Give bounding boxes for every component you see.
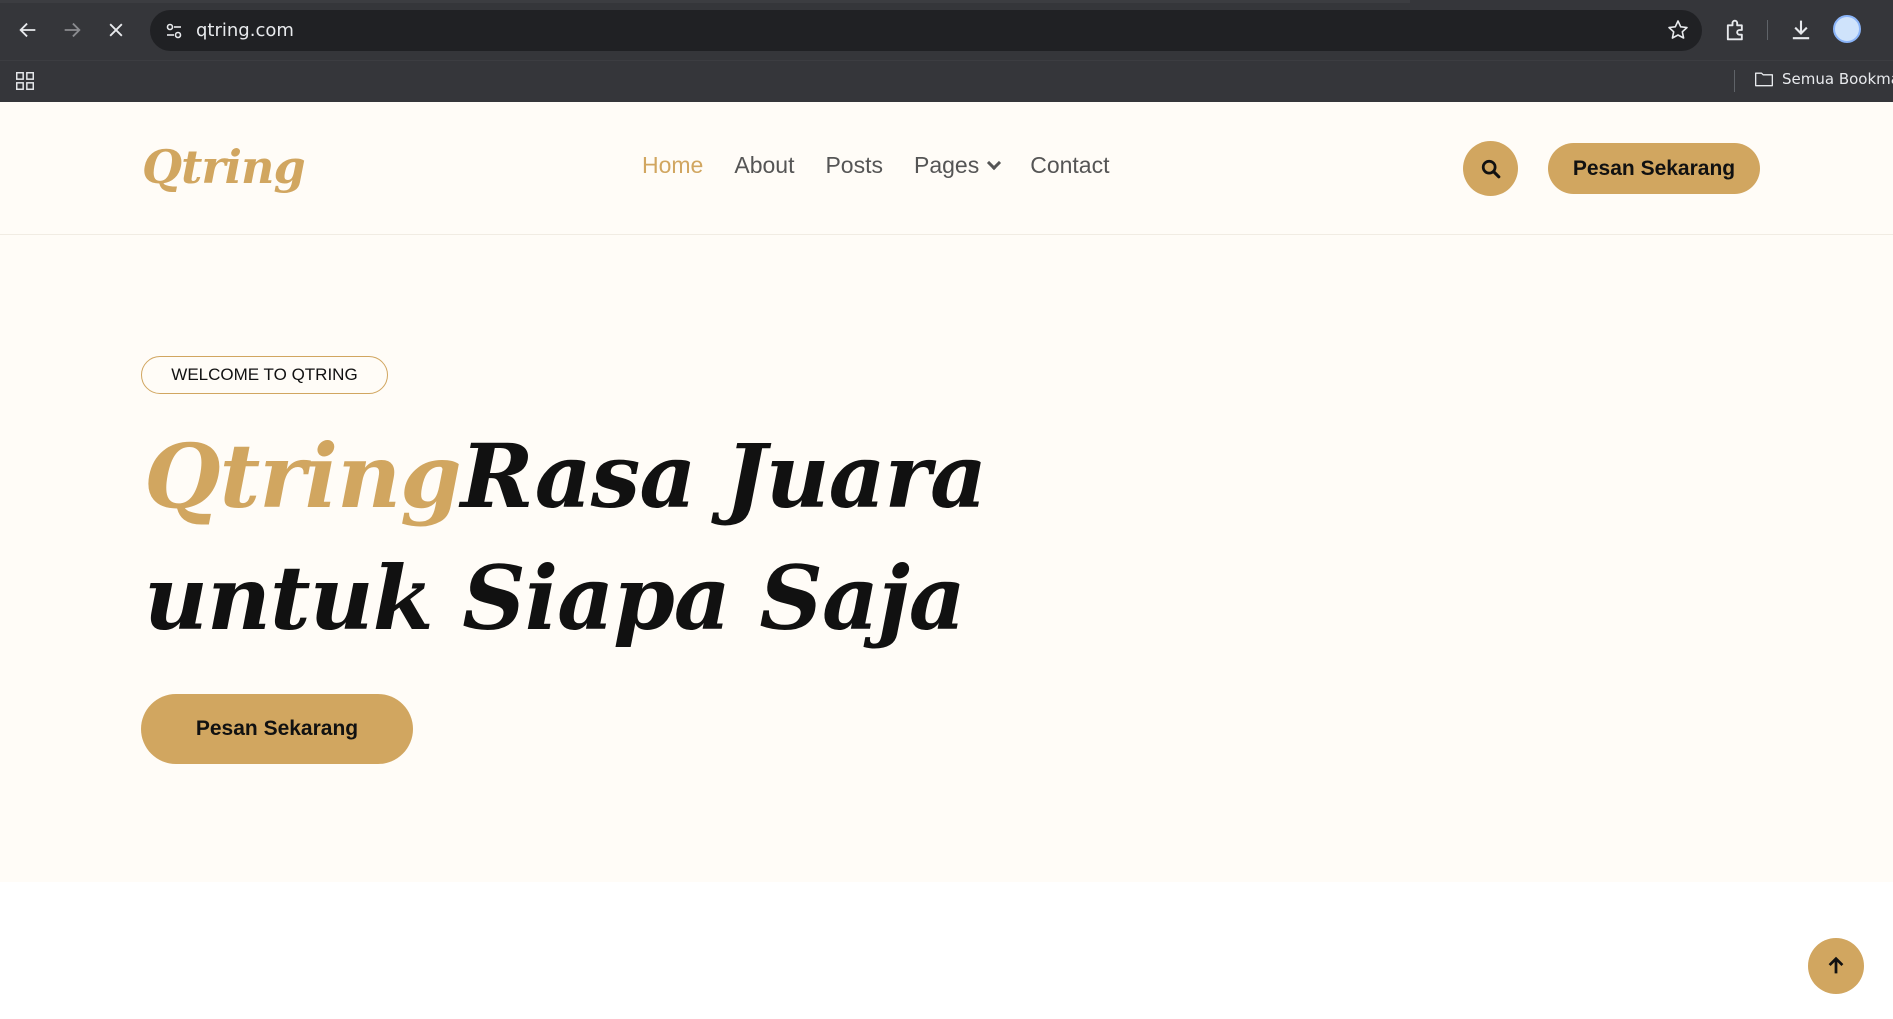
nav-about[interactable]: About bbox=[734, 152, 794, 179]
nav-home[interactable]: Home bbox=[642, 152, 703, 179]
download-icon[interactable] bbox=[1787, 16, 1815, 44]
profile-avatar-icon[interactable] bbox=[1833, 15, 1861, 43]
nav-contact[interactable]: Contact bbox=[1030, 152, 1109, 179]
hero-title-brand: Qtring bbox=[144, 424, 462, 528]
site-logo[interactable]: Qtring bbox=[142, 140, 306, 194]
address-bar[interactable]: qtring.com bbox=[150, 10, 1702, 51]
stop-loading-icon bbox=[109, 23, 123, 37]
nav-posts[interactable]: Posts bbox=[825, 152, 883, 179]
page-loading-bar bbox=[0, 0, 1410, 3]
bookmarks-folder-label: Semua Bookmark bbox=[1782, 70, 1893, 88]
back-arrow-icon bbox=[19, 22, 36, 38]
all-bookmarks-folder[interactable]: Semua Bookmark bbox=[1754, 70, 1893, 88]
apps-grid-icon[interactable] bbox=[14, 70, 36, 92]
forward-button[interactable] bbox=[56, 14, 88, 46]
back-to-top-button[interactable] bbox=[1808, 938, 1864, 994]
browser-toolbar: qtring.com bbox=[0, 0, 1893, 60]
header-order-button[interactable]: Pesan Sekarang bbox=[1548, 143, 1760, 194]
arrow-up-icon bbox=[1828, 956, 1844, 974]
back-button[interactable] bbox=[12, 14, 44, 46]
forward-arrow-icon bbox=[64, 22, 81, 38]
chevron-down-icon bbox=[987, 155, 1002, 171]
web-page: Qtring Home About Posts Pages Contact Pe… bbox=[0, 102, 1893, 1019]
folder-icon bbox=[1755, 72, 1773, 87]
hero-section: WELCOME TO QTRING QtringRasa Juara untuk… bbox=[0, 235, 1893, 882]
bookmarks-divider bbox=[1734, 70, 1735, 92]
stop-loading-button[interactable] bbox=[100, 14, 132, 46]
nav-pages[interactable]: Pages bbox=[914, 152, 1002, 179]
hero-title: QtringRasa Juara untuk Siapa Saja bbox=[144, 415, 1144, 659]
toolbar-divider bbox=[1767, 20, 1768, 40]
main-navigation: Home About Posts Pages Contact bbox=[642, 152, 1109, 179]
bookmark-star-icon[interactable] bbox=[1666, 18, 1690, 42]
welcome-badge: WELCOME TO QTRING bbox=[141, 356, 388, 394]
hero-order-button[interactable]: Pesan Sekarang bbox=[141, 694, 413, 764]
url-text[interactable]: qtring.com bbox=[196, 20, 294, 41]
search-icon bbox=[1481, 159, 1500, 178]
bookmarks-bar: Semua Bookmark bbox=[0, 60, 1893, 102]
site-settings-icon[interactable] bbox=[162, 19, 186, 43]
site-header: Qtring Home About Posts Pages Contact Pe… bbox=[0, 102, 1893, 235]
search-button[interactable] bbox=[1463, 141, 1518, 196]
extensions-icon[interactable] bbox=[1722, 16, 1750, 44]
nav-pages-label: Pages bbox=[914, 152, 980, 178]
